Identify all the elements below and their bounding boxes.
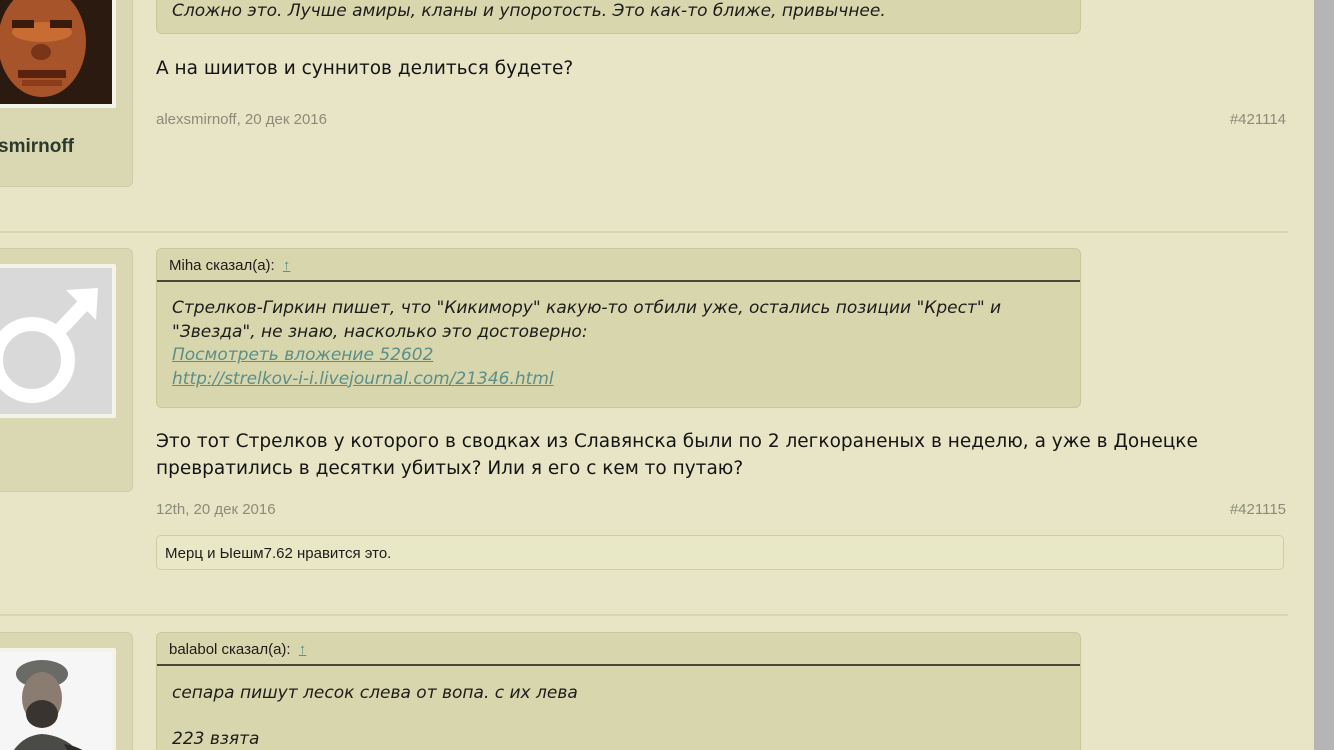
quote-author[interactable]: Miha сказал(а): [169,257,275,274]
go-to-quote-arrow-icon[interactable]: ↑ [299,641,307,658]
author-date[interactable]: 12th, 20 дек 2016 [156,501,276,518]
quote-line: 223 взята [172,729,260,749]
user-avatar[interactable] [0,264,116,418]
post-divider [0,614,1288,616]
quote-text: сепара пишут лесок слева от вопа. с их л… [157,666,1080,750]
post-number[interactable]: #421114 [1230,111,1286,128]
quote-author[interactable]: balabol сказал(а): [169,641,291,658]
external-link[interactable]: http://strelkov-i-i.livejournal.com/2134… [172,368,1065,392]
doom-face-avatar-icon [0,0,112,104]
message-line: Это тот Стрелков у которого в сводках из… [156,431,1198,452]
post-meta: alexsmirnoff, 20 дек 2016 #421114 [156,111,1286,128]
quote-text: Стрелков-Гиркин пишет, что "Кикимору" ка… [157,282,1080,405]
quote-block: Сложно это. Лучше амиры, кланы и упорото… [156,0,1081,34]
message-line: превратились в десятки убитых? Или я его… [156,458,744,479]
username[interactable]: smirnoff [0,136,74,158]
man-photo-avatar-icon [0,652,112,750]
quote-block: Miha сказал(а): ↑ Стрелков-Гиркин пишет,… [156,248,1081,408]
post-number[interactable]: #421115 [1230,501,1286,518]
thread: smirnoff Сложно это. Лучше амиры, кланы … [0,0,1314,750]
post-message: А на шиитов и суннитов делиться будете? [156,58,574,79]
scrollbar[interactable] [1314,0,1334,750]
post-meta: 12th, 20 дек 2016 #421115 [156,501,1286,518]
quote-header: balabol сказал(а): ↑ [157,633,1080,666]
quote-text: Сложно это. Лучше амиры, кланы и упорото… [172,1,886,21]
male-symbol-avatar-icon [0,268,112,414]
quote-header: Miha сказал(а): ↑ [157,249,1080,282]
go-to-quote-arrow-icon[interactable]: ↑ [283,257,291,274]
quote-block: balabol сказал(а): ↑ сепара пишут лесок … [156,632,1081,750]
user-avatar[interactable] [0,0,116,108]
likes-summary[interactable]: Мерц и Ыешм7.62 нравится это. [156,535,1284,570]
quote-line: Стрелков-Гиркин пишет, что "Кикимору" ка… [172,298,1002,318]
user-avatar[interactable] [0,648,116,750]
post-message: Это тот Стрелков у которого в сводках из… [156,428,1286,482]
post-divider [0,231,1288,233]
author-date[interactable]: alexsmirnoff, 20 дек 2016 [156,111,327,128]
quote-line: "Звезда", не знаю, насколько это достове… [172,321,588,342]
attachment-link[interactable]: Посмотреть вложение 52602 [172,344,1065,368]
quote-line: сепара пишут лесок слева от вопа. с их л… [172,683,578,703]
